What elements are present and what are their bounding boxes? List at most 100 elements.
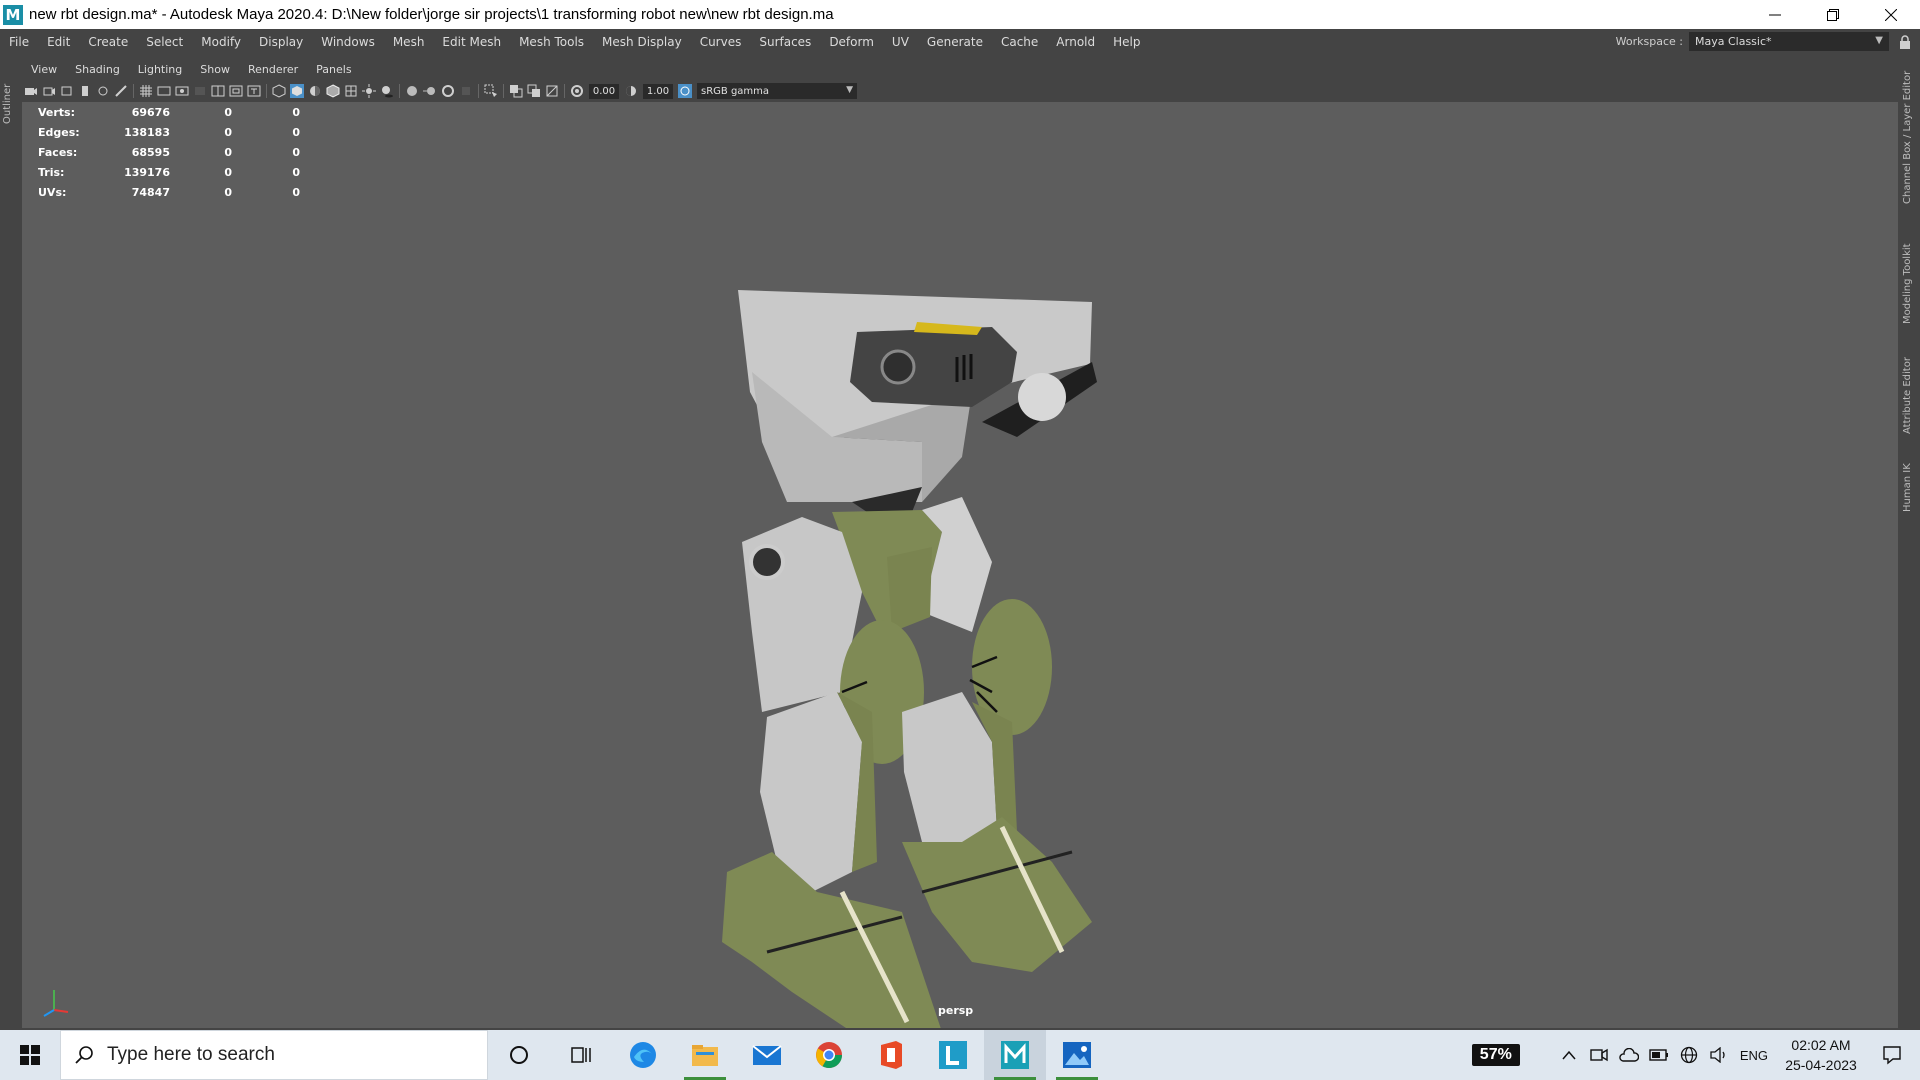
exposure-field[interactable]: 0.00 bbox=[589, 83, 619, 99]
menu-help[interactable]: Help bbox=[1104, 35, 1149, 49]
2d-pan-zoom-icon[interactable] bbox=[96, 84, 110, 98]
safe-action-icon[interactable] bbox=[229, 84, 243, 98]
xray-icon[interactable] bbox=[509, 84, 523, 98]
film-gate-icon[interactable] bbox=[157, 84, 171, 98]
menu-generate[interactable]: Generate bbox=[918, 35, 992, 49]
gate-mask-icon[interactable] bbox=[193, 84, 207, 98]
menu-display[interactable]: Display bbox=[250, 35, 312, 49]
menu-deform[interactable]: Deform bbox=[820, 35, 883, 49]
menu-file[interactable]: File bbox=[0, 35, 38, 49]
shaded-wireframe-icon[interactable] bbox=[326, 84, 340, 98]
panel-menu-lighting[interactable]: Lighting bbox=[129, 63, 191, 76]
taskbar-chrome[interactable] bbox=[798, 1030, 860, 1080]
textured-icon[interactable] bbox=[344, 84, 358, 98]
meet-now-button[interactable] bbox=[1584, 1040, 1614, 1070]
minimize-button[interactable] bbox=[1746, 0, 1804, 29]
camera-attributes-icon[interactable] bbox=[42, 84, 56, 98]
camera-tray-icon bbox=[1590, 1048, 1608, 1062]
gamma-field[interactable]: 1.00 bbox=[643, 83, 673, 99]
shadows-icon[interactable] bbox=[380, 84, 394, 98]
taskbar-maya[interactable] bbox=[984, 1030, 1046, 1080]
panel-menu-show[interactable]: Show bbox=[191, 63, 239, 76]
screen-space-ao-icon[interactable] bbox=[405, 84, 419, 98]
menu-edit-mesh[interactable]: Edit Mesh bbox=[433, 35, 510, 49]
color-management-dropdown[interactable]: sRGB gamma ▼ bbox=[697, 83, 857, 99]
clock-date: 25-04-2023 bbox=[1785, 1057, 1857, 1073]
isolate-select-icon[interactable] bbox=[484, 84, 498, 98]
modeling-toolkit-tab[interactable]: Modeling Toolkit bbox=[1902, 243, 1913, 324]
close-button[interactable] bbox=[1862, 0, 1920, 29]
attribute-editor-tab[interactable]: Attribute Editor bbox=[1902, 357, 1913, 434]
depth-of-field-icon[interactable] bbox=[459, 84, 473, 98]
exposure-icon[interactable] bbox=[570, 84, 584, 98]
menu-uv[interactable]: UV bbox=[883, 35, 918, 49]
grease-pencil-icon[interactable] bbox=[114, 84, 128, 98]
cortana-button[interactable] bbox=[488, 1030, 550, 1080]
grid-icon[interactable] bbox=[139, 84, 153, 98]
taskbar-l-app[interactable] bbox=[922, 1030, 984, 1080]
field-chart-icon[interactable] bbox=[211, 84, 225, 98]
hud-row-faces: Faces: 68595 0 0 bbox=[38, 142, 300, 162]
toolbar-separator bbox=[478, 84, 479, 98]
menu-surfaces[interactable]: Surfaces bbox=[750, 35, 820, 49]
human-ik-tab[interactable]: Human IK bbox=[1902, 463, 1913, 512]
anti-aliasing-icon[interactable] bbox=[441, 84, 455, 98]
panel-menu-shading[interactable]: Shading bbox=[66, 63, 129, 76]
restore-button[interactable] bbox=[1804, 0, 1862, 29]
select-camera-icon[interactable] bbox=[24, 84, 38, 98]
taskbar-office[interactable] bbox=[860, 1030, 922, 1080]
channel-box-tab[interactable]: Channel Box / Layer Editor bbox=[1902, 71, 1913, 204]
lock-button[interactable] bbox=[1894, 31, 1916, 53]
taskbar-clock[interactable]: 02:02 AM 25-04-2023 bbox=[1778, 1035, 1864, 1075]
menu-arnold[interactable]: Arnold bbox=[1047, 35, 1104, 49]
menu-edit[interactable]: Edit bbox=[38, 35, 79, 49]
menu-mesh-tools[interactable]: Mesh Tools bbox=[510, 35, 593, 49]
menu-cache[interactable]: Cache bbox=[992, 35, 1047, 49]
start-button[interactable] bbox=[0, 1030, 60, 1080]
xray-active-icon[interactable] bbox=[527, 84, 541, 98]
image-plane-icon[interactable] bbox=[78, 84, 92, 98]
taskbar-search-box[interactable]: Type here to search bbox=[60, 1030, 488, 1080]
gamma-icon[interactable] bbox=[624, 84, 638, 98]
wireframe-icon[interactable] bbox=[272, 84, 286, 98]
safe-title-icon[interactable] bbox=[247, 84, 261, 98]
outliner-tab[interactable]: Outliner bbox=[2, 84, 13, 124]
taskbar-photos[interactable] bbox=[1046, 1030, 1108, 1080]
panel-menu-view[interactable]: View bbox=[22, 63, 66, 76]
menu-modify[interactable]: Modify bbox=[192, 35, 250, 49]
robot-model[interactable] bbox=[672, 272, 1232, 1028]
hud-selected: 0 bbox=[224, 145, 232, 159]
perspective-viewport[interactable]: Verts: 69676 0 0 Edges: 138183 0 0 Faces… bbox=[22, 102, 1898, 1028]
use-all-lights-icon[interactable] bbox=[362, 84, 376, 98]
panel-menu-panels[interactable]: Panels bbox=[307, 63, 360, 76]
input-language-indicator[interactable]: ENG bbox=[1740, 1048, 1768, 1063]
smooth-shade-icon[interactable] bbox=[290, 84, 304, 98]
default-lighting-icon[interactable] bbox=[308, 84, 322, 98]
resolution-gate-icon[interactable] bbox=[175, 84, 189, 98]
view-transform-icon[interactable] bbox=[678, 84, 692, 98]
taskbar-mail[interactable] bbox=[736, 1030, 798, 1080]
taskbar-file-explorer[interactable] bbox=[674, 1030, 736, 1080]
menu-mesh[interactable]: Mesh bbox=[384, 35, 434, 49]
menu-curves[interactable]: Curves bbox=[691, 35, 751, 49]
xray-joints-icon[interactable] bbox=[545, 84, 559, 98]
network-button[interactable] bbox=[1674, 1040, 1704, 1070]
volume-button[interactable] bbox=[1704, 1040, 1734, 1070]
onedrive-button[interactable] bbox=[1614, 1040, 1644, 1070]
workspace-dropdown[interactable]: Maya Classic* ▼ bbox=[1689, 32, 1889, 51]
bookmarks-icon[interactable] bbox=[60, 84, 74, 98]
task-view-button[interactable] bbox=[550, 1030, 612, 1080]
cortana-circle-icon bbox=[510, 1046, 528, 1064]
hud-component: 0 bbox=[292, 165, 300, 179]
menu-mesh-display[interactable]: Mesh Display bbox=[593, 35, 691, 49]
action-center-button[interactable] bbox=[1864, 1030, 1920, 1080]
motion-blur-icon[interactable] bbox=[423, 84, 437, 98]
menu-select[interactable]: Select bbox=[137, 35, 192, 49]
robot-eye-lens bbox=[880, 349, 916, 385]
menu-create[interactable]: Create bbox=[79, 35, 137, 49]
taskbar-edge[interactable] bbox=[612, 1030, 674, 1080]
panel-menu-renderer[interactable]: Renderer bbox=[239, 63, 307, 76]
menu-windows[interactable]: Windows bbox=[312, 35, 384, 49]
battery-button[interactable] bbox=[1644, 1040, 1674, 1070]
show-hidden-icons-button[interactable] bbox=[1554, 1040, 1584, 1070]
